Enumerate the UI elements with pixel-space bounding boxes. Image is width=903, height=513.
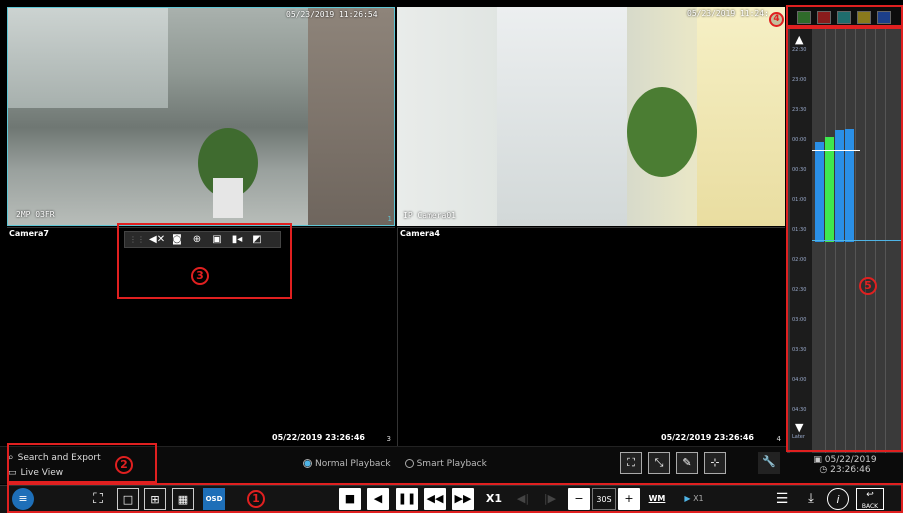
date-value: 05/22/2019 — [824, 455, 877, 465]
annotation-box-timeline — [786, 27, 903, 452]
normal-playback-radio[interactable]: Normal Playback — [303, 459, 391, 469]
camera-name: Camera4 — [400, 229, 440, 238]
callout-4: 4 — [769, 12, 784, 27]
annotation-box-tile-toolbar — [117, 223, 292, 299]
camera-name: Camera7 — [9, 229, 49, 238]
ptz-button[interactable]: ⊹ — [704, 452, 726, 474]
camera-timestamp: 05/23/2019 11:24: — [687, 9, 769, 18]
callout-3: 3 — [191, 267, 209, 285]
side-time: ◷ 23:26:46 — [819, 465, 871, 475]
camera-date: 05/22/2019 23:26:46 — [272, 433, 365, 442]
tile-number: 3 — [386, 435, 391, 443]
camera-overlay: 2MP 03FR — [16, 210, 55, 219]
annotation-box-toolbar — [7, 483, 903, 513]
smart-playback-radio[interactable]: Smart Playback — [404, 459, 487, 469]
pot — [213, 178, 243, 218]
annotation-box-chips — [786, 5, 903, 27]
edit-button[interactable]: ✎ — [676, 452, 698, 474]
pillar — [308, 8, 394, 225]
annotation-box-menu — [7, 443, 157, 483]
tile-number: 4 — [776, 435, 781, 443]
callout-2: 2 — [115, 456, 133, 474]
camera-tile-4[interactable]: Camera4 05/22/2019 23:26:46 4 — [397, 227, 785, 446]
window-area — [8, 8, 168, 108]
wrench-icon[interactable]: 🔧 — [758, 452, 780, 474]
camera-tile-1[interactable]: 05/23/2019 11:26:54 2MP 03FR 1 — [7, 7, 395, 226]
callout-1: 1 — [247, 490, 265, 508]
camera-overlay: IP Camera01 — [403, 211, 456, 220]
playback-mode: Normal Playback Smart Playback — [303, 459, 487, 469]
tile-number: 1 — [387, 215, 392, 223]
callout-5: 5 — [859, 277, 877, 295]
camera-date: 05/22/2019 23:26:46 — [661, 433, 754, 442]
time-value: 23:26:46 — [830, 465, 871, 475]
plant — [627, 87, 697, 177]
shelf — [697, 7, 785, 226]
camera-timestamp: 05/23/2019 11:26:54 — [286, 10, 378, 19]
radio-label: Normal Playback — [315, 459, 391, 469]
restore-tile-button[interactable]: ⤡ — [648, 452, 670, 474]
camera-tile-2[interactable]: 05/23/2019 11:24: IP Camera01 — [397, 7, 785, 226]
side-datetime: ▣ 05/22/2019 ◷ 23:26:46 — [787, 453, 903, 484]
side-date: ▣ 05/22/2019 — [813, 455, 877, 465]
radio-label: Smart Playback — [416, 459, 487, 469]
corridor — [497, 7, 627, 226]
fullscreen-tile-button[interactable]: ⛶ — [620, 452, 642, 474]
